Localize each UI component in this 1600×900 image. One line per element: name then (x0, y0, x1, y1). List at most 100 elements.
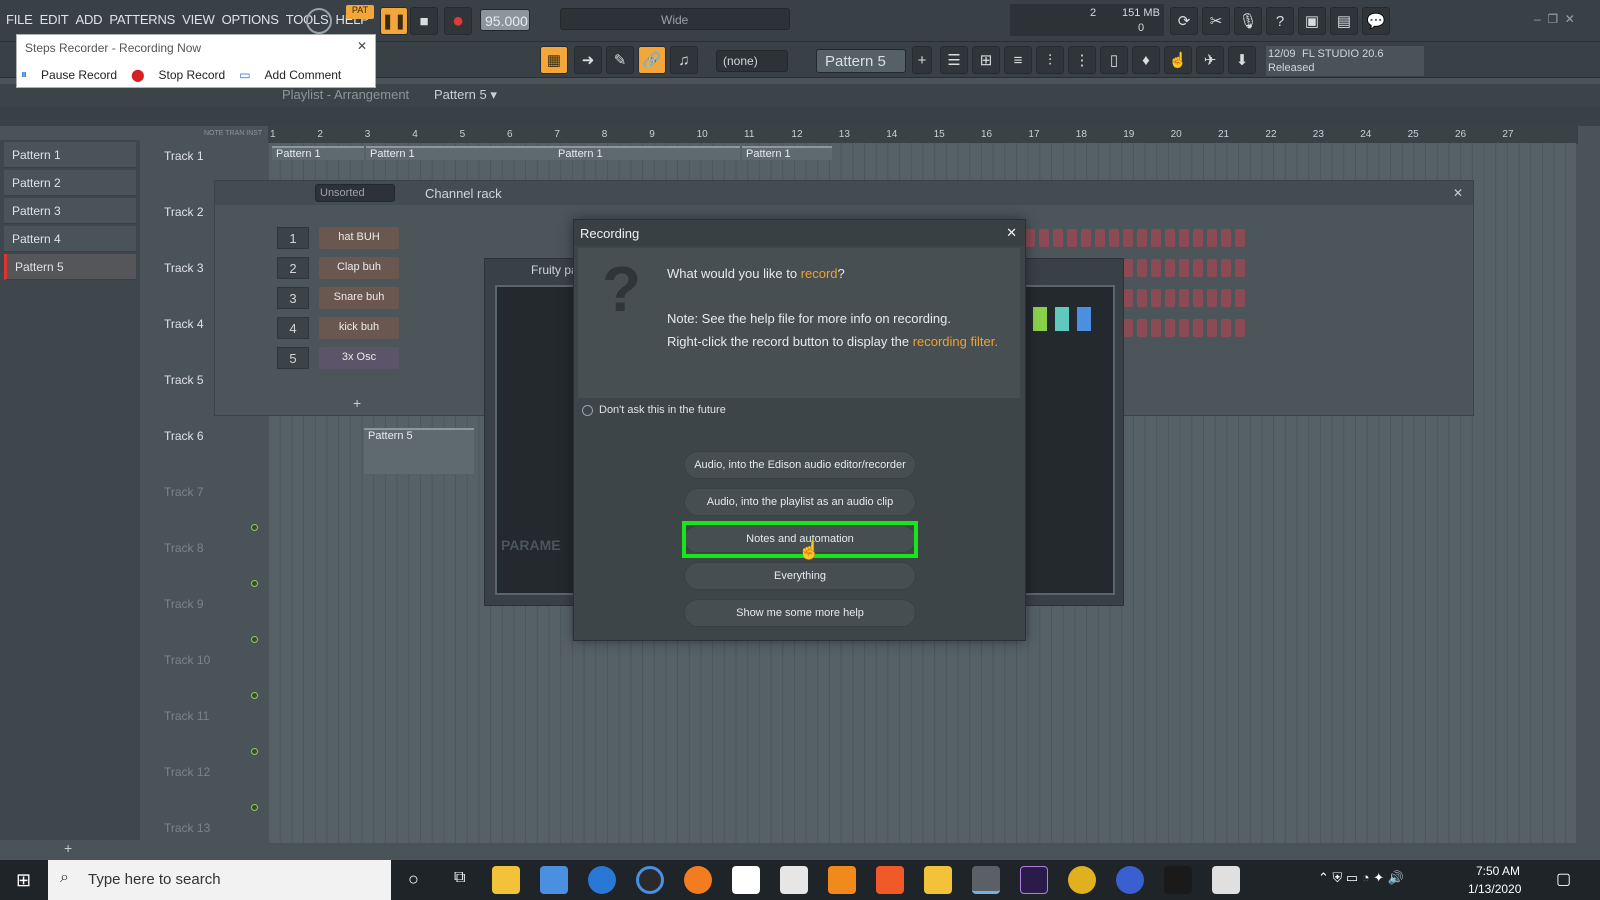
dont-ask-checkbox[interactable] (582, 404, 593, 416)
edge-icon[interactable] (588, 866, 616, 894)
step-sequencer-row[interactable] (1025, 229, 1245, 249)
plugin-icon[interactable]: ♦ (1132, 46, 1160, 74)
step-cell[interactable] (1221, 289, 1231, 307)
step-cell[interactable] (1151, 289, 1161, 307)
step-cell[interactable] (1179, 229, 1189, 247)
record-button[interactable]: ● (444, 7, 472, 35)
arrow-icon[interactable]: ➜ (574, 46, 602, 74)
plugin-right-panel[interactable] (1015, 285, 1115, 595)
metronome-icon[interactable]: ♫ (670, 46, 698, 74)
snap-selector[interactable]: Wide (560, 8, 790, 30)
more-help-button[interactable]: Show me some more help (684, 599, 916, 627)
step-cell[interactable] (1165, 319, 1175, 337)
clip-pattern-5[interactable]: Pattern 5 (364, 428, 474, 474)
clock-date[interactable]: 1/13/2020 (1468, 882, 1521, 896)
step-cell[interactable] (1137, 319, 1147, 337)
app-icon[interactable] (780, 866, 808, 894)
clip-pattern-1[interactable]: Pattern 1 (366, 146, 554, 160)
step-cell[interactable] (1193, 259, 1203, 277)
step-cell[interactable] (1179, 289, 1189, 307)
step-cell[interactable] (1179, 319, 1189, 337)
track-mute-indicator[interactable] (251, 524, 258, 531)
step-cell[interactable] (1123, 319, 1133, 337)
channel-filter-selector[interactable]: Unsorted (315, 184, 395, 202)
channel-button[interactable]: Snare buh (319, 287, 399, 309)
channel-button[interactable]: Clap buh (319, 257, 399, 279)
track-header[interactable]: Track 7 (160, 479, 268, 535)
add-comment-button[interactable]: Add Comment (265, 68, 342, 82)
step-cell[interactable] (1025, 229, 1035, 247)
step-cell[interactable] (1207, 229, 1217, 247)
add-pattern-icon[interactable]: + (912, 46, 932, 74)
track-mute-indicator[interactable] (251, 692, 258, 699)
app-icon[interactable] (1116, 866, 1144, 894)
close-icon[interactable]: ✕ (1006, 225, 1017, 241)
export-icon[interactable]: ▤ (1330, 7, 1358, 35)
step-cell[interactable] (1123, 259, 1133, 277)
track-header[interactable]: Track 8 (160, 535, 268, 591)
playlist-pattern-selector[interactable]: Pattern 5 ▾ (434, 87, 497, 103)
pat-song-toggle[interactable]: PAT (346, 5, 374, 19)
windows-start-icon[interactable]: ⊞ (16, 870, 31, 891)
channel-number[interactable]: 4 (277, 317, 309, 339)
cortana-icon[interactable]: ○ (408, 869, 419, 890)
task-view-icon[interactable]: ⧉ (454, 869, 465, 887)
track-mute-indicator[interactable] (251, 580, 258, 587)
microphone-icon[interactable]: 🎙 (1234, 7, 1262, 35)
step-cell[interactable] (1235, 259, 1245, 277)
firefox-icon[interactable] (684, 866, 712, 894)
step-cell[interactable] (1221, 259, 1231, 277)
clip-pattern-1[interactable]: Pattern 1 (554, 146, 740, 160)
stop-icon[interactable]: ■ (410, 7, 438, 35)
record-playlist-audio-button[interactable]: Audio, into the playlist as an audio cli… (684, 488, 916, 516)
pattern-item[interactable]: Pattern 2 (4, 170, 136, 196)
step-cell[interactable] (1039, 229, 1049, 247)
step-cell[interactable] (1137, 229, 1147, 247)
file-icon[interactable]: ▯ (1100, 46, 1128, 74)
channel-rack-icon[interactable]: ≡ (1004, 46, 1032, 74)
window-controls[interactable]: – ❐ ✕ (1534, 12, 1575, 26)
piano-icon[interactable]: ⊞ (972, 46, 1000, 74)
menu-add[interactable]: ADD (75, 12, 102, 27)
premiere-icon[interactable] (1020, 866, 1048, 894)
save-icon[interactable]: ▣ (1298, 7, 1326, 35)
file-explorer-icon[interactable] (492, 866, 520, 894)
step-cell[interactable] (1123, 289, 1133, 307)
channel-number[interactable]: 1 (277, 227, 309, 249)
add-track-button[interactable]: + (64, 840, 72, 856)
master-volume-knob[interactable] (306, 8, 332, 34)
step-cell[interactable] (1193, 289, 1203, 307)
track-header[interactable]: Track 10 (160, 647, 268, 703)
vlc-icon[interactable] (828, 866, 856, 894)
track-header[interactable]: Track 9 (160, 591, 268, 647)
step-cell[interactable] (1235, 319, 1245, 337)
menu-patterns[interactable]: PATTERNS (109, 12, 175, 27)
track-mute-indicator[interactable] (251, 748, 258, 755)
pattern-item[interactable]: Pattern 4 (4, 226, 136, 252)
preset-selector[interactable]: (none) (716, 50, 788, 72)
timeline-ruler[interactable]: 1 2 3 4 5 6 7 8 9 10 11 12 13 14 15 16 17 18 19 20 21 22 23 24 2… (268, 126, 1578, 144)
step-cell[interactable] (1165, 259, 1175, 277)
channel-number[interactable]: 5 (277, 347, 309, 369)
dont-ask-option[interactable]: Don't ask this in the future (582, 404, 726, 416)
step-cell[interactable] (1221, 229, 1231, 247)
news-panel[interactable]: 12/09 FL STUDIO 20.6 Released (1266, 46, 1424, 76)
menu-options[interactable]: OPTIONS (222, 12, 279, 27)
pause-icon[interactable]: ❚❚ (380, 7, 408, 35)
chrome-icon[interactable] (1068, 866, 1096, 894)
system-tray-icons[interactable]: ⌃ ⛨ ▭ ◔ ✦ 🔊 (1318, 870, 1404, 886)
brush-icon[interactable]: ✎ (606, 46, 634, 74)
step-cell[interactable] (1081, 229, 1091, 247)
track-mute-indicator[interactable] (251, 636, 258, 643)
step-cell[interactable] (1221, 319, 1231, 337)
link-icon[interactable]: 🔗 (638, 46, 666, 74)
track-mute-indicator[interactable] (251, 804, 258, 811)
track-header[interactable]: Track 11 (160, 703, 268, 759)
step-cell[interactable] (1207, 319, 1217, 337)
pattern-item[interactable]: Pattern 1 (4, 142, 136, 168)
chat-icon[interactable]: 💬 (1362, 7, 1390, 35)
loop-icon[interactable]: ⟳ (1170, 7, 1198, 35)
media-icon[interactable] (636, 866, 664, 894)
step-cell[interactable] (1235, 289, 1245, 307)
step-cell[interactable] (1109, 229, 1119, 247)
